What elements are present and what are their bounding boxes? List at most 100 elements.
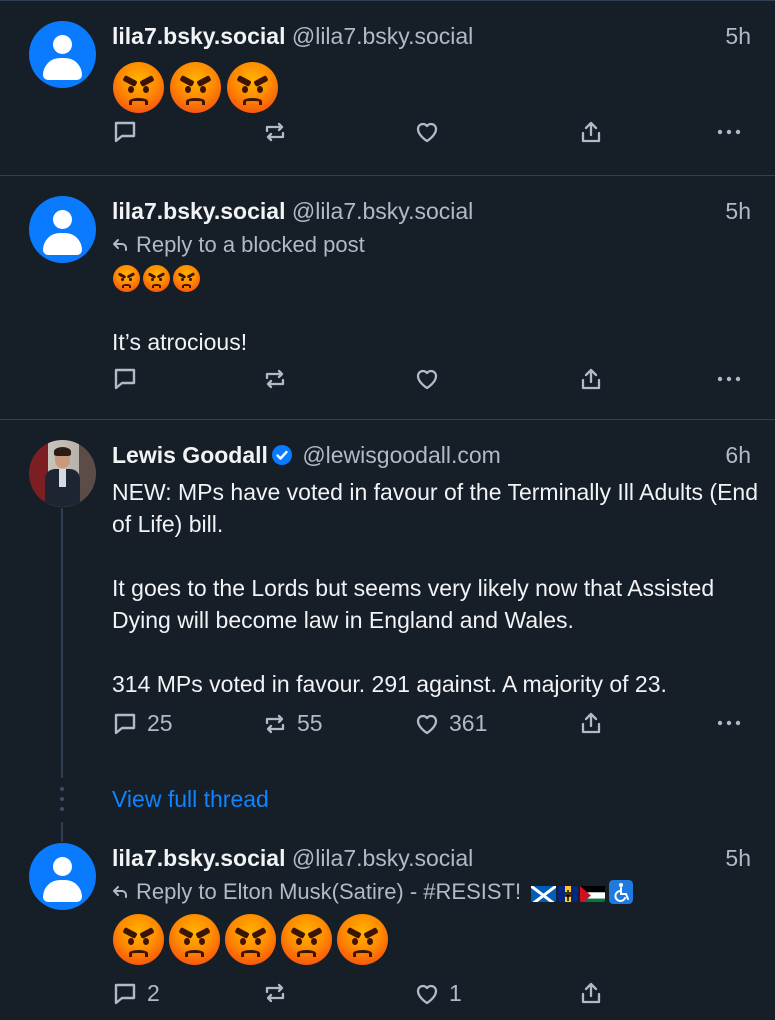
- reply-button[interactable]: [112, 119, 138, 145]
- post-time[interactable]: 5h: [725, 21, 751, 51]
- divider: [0, 175, 775, 176]
- emoji-row: [113, 914, 388, 965]
- avatar[interactable]: [29, 196, 96, 263]
- reply-context-label: Reply to Elton Musk(Satire) - #RESIST!: [136, 879, 522, 904]
- reply-context-label: Reply to a blocked post: [136, 232, 365, 257]
- reply-arrow-icon: [113, 886, 127, 898]
- reply-context[interactable]: Reply to Elton Musk(Satire) - #RESIST!: [112, 877, 634, 907]
- verified-badge-icon: [271, 445, 292, 465]
- post-text: It’s atrocious!: [112, 329, 248, 355]
- more-options-button[interactable]: [716, 119, 742, 145]
- emoji-row: [113, 265, 200, 292]
- repost-button[interactable]: [262, 366, 288, 392]
- repost-count: 55: [297, 710, 323, 736]
- share-icon: [581, 712, 601, 734]
- photo-person-shirt: [59, 469, 66, 487]
- angry-face-emoji: [225, 914, 276, 965]
- author-name[interactable]: lila7.bsky.social: [112, 845, 285, 871]
- more-icon: [717, 720, 741, 726]
- repost-button[interactable]: [262, 119, 288, 145]
- reply-context[interactable]: Reply to a blocked post: [112, 230, 365, 260]
- share-button[interactable]: [578, 119, 604, 145]
- reply-button[interactable]: 25: [112, 710, 173, 737]
- divider: [0, 0, 775, 1]
- repost-button[interactable]: 55: [262, 710, 323, 737]
- post-actions: 25 55 361: [0, 710, 775, 750]
- like-button[interactable]: 1: [414, 980, 462, 1007]
- view-full-thread-link[interactable]: View full thread: [112, 786, 269, 813]
- reply-arrow-icon: [113, 239, 127, 251]
- author-handle[interactable]: @lewisgoodall.com: [302, 442, 501, 468]
- reply-icon: [114, 713, 136, 734]
- repost-button[interactable]: [262, 980, 288, 1006]
- post-header: lila7.bsky.social @lila7.bsky.social: [112, 21, 473, 51]
- heart-icon: [416, 714, 438, 734]
- profile-photo-avatar[interactable]: [29, 440, 96, 507]
- scotland-flag-icon: [531, 883, 557, 902]
- like-button[interactable]: [414, 366, 440, 392]
- angry-face-emoji: [113, 265, 140, 292]
- share-button[interactable]: [578, 710, 604, 736]
- heart-icon: [416, 984, 438, 1004]
- reply-count: 2: [147, 980, 160, 1006]
- reply-icon: [114, 368, 136, 390]
- more-icon: [717, 129, 741, 135]
- like-button[interactable]: 361: [414, 710, 487, 737]
- angry-face-emoji: [113, 62, 164, 113]
- heart-icon: [416, 369, 438, 390]
- share-button[interactable]: [578, 980, 604, 1006]
- angry-face-emoji: [227, 62, 278, 113]
- accessibility-symbol-icon: [609, 880, 634, 904]
- author-handle[interactable]: @lila7.bsky.social: [292, 198, 473, 224]
- author-name[interactable]: lila7.bsky.social: [112, 198, 285, 224]
- share-button[interactable]: [578, 366, 604, 392]
- avatar-head-shape: [53, 35, 72, 54]
- emoji-row: [113, 62, 278, 113]
- more-icon: [717, 376, 741, 382]
- repost-icon: [265, 122, 285, 142]
- avatar-body-shape: [43, 233, 82, 255]
- angry-face-emoji: [113, 914, 164, 965]
- angry-face-emoji: [169, 914, 220, 965]
- reply-count: 25: [147, 710, 173, 736]
- heart-icon: [416, 122, 438, 143]
- angry-face-emoji: [170, 62, 221, 113]
- share-icon: [581, 368, 601, 390]
- more-options-button[interactable]: [716, 366, 742, 392]
- author-handle[interactable]: @lila7.bsky.social: [292, 23, 473, 49]
- reply-button[interactable]: 2: [112, 980, 160, 1007]
- angry-face-emoji: [143, 265, 170, 292]
- post-header: lila7.bsky.social @lila7.bsky.social: [112, 843, 473, 873]
- reply-button[interactable]: [112, 366, 138, 392]
- photo-person-hair: [54, 447, 71, 456]
- avatar[interactable]: [29, 21, 96, 88]
- share-icon: [581, 121, 601, 143]
- author-name[interactable]: Lewis Goodall: [112, 442, 268, 468]
- author-handle[interactable]: @lila7.bsky.social: [292, 845, 473, 871]
- post-header: lila7.bsky.social @lila7.bsky.social: [112, 196, 473, 226]
- avatar-head-shape: [53, 210, 72, 229]
- post-actions: [0, 119, 775, 159]
- avatar-head-shape: [53, 857, 72, 876]
- repost-icon: [265, 714, 285, 733]
- barbados-flag-icon: [558, 883, 579, 902]
- avatar-body-shape: [43, 880, 82, 902]
- angry-face-emoji: [337, 914, 388, 965]
- post-text: NEW: MPs have voted in favour of the Ter…: [112, 479, 758, 697]
- avatar-body-shape: [43, 58, 82, 80]
- thread-dots: [60, 787, 64, 811]
- reply-icon: [114, 983, 136, 1004]
- like-count: 361: [449, 710, 488, 736]
- angry-face-emoji: [173, 265, 200, 292]
- post-time[interactable]: 6h: [725, 440, 751, 470]
- post-actions: [0, 366, 775, 406]
- reply-icon: [114, 121, 136, 143]
- repost-icon: [265, 983, 285, 1003]
- post-actions: 2 1: [0, 980, 775, 1020]
- post-time[interactable]: 5h: [725, 196, 751, 226]
- post-time[interactable]: 5h: [725, 843, 751, 873]
- author-name[interactable]: lila7.bsky.social: [112, 23, 285, 49]
- more-options-button[interactable]: [716, 710, 742, 736]
- avatar[interactable]: [29, 843, 96, 910]
- like-button[interactable]: [414, 119, 440, 145]
